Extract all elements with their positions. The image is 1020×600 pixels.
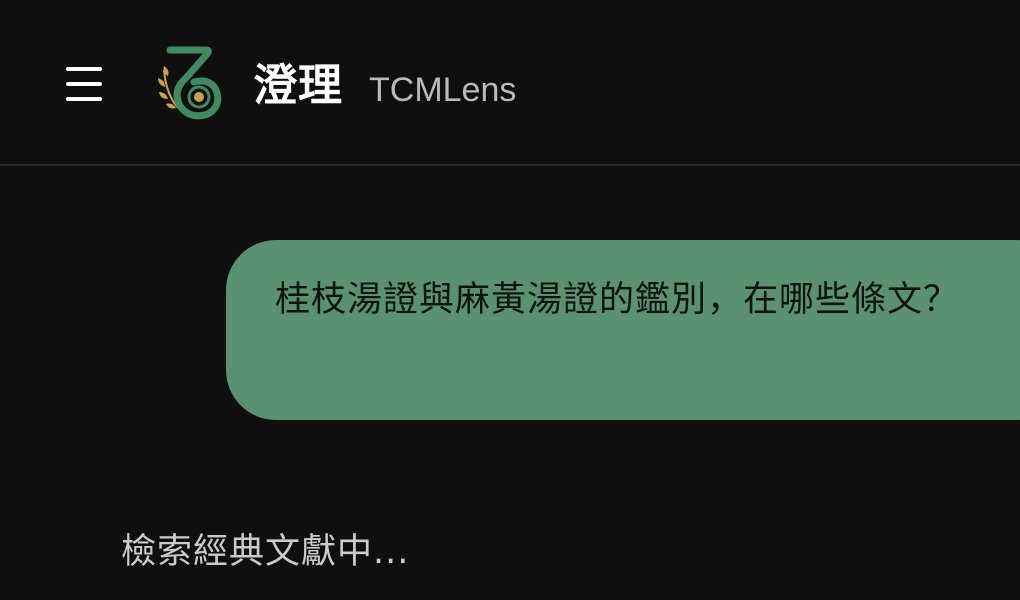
user-message-text: 桂枝湯證與麻黃湯證的鑑別，在哪些條文？ — [275, 280, 960, 320]
menu-button[interactable] — [60, 62, 108, 106]
app-subtitle: TCMLens — [369, 71, 517, 109]
user-message-bubble: 桂枝湯證與麻黃湯證的鑑別，在哪些條文？ — [226, 240, 1020, 420]
app-header: 澄理 TCMLens — [0, 0, 1020, 166]
app-name: 澄理 — [253, 60, 343, 111]
chat-screen: 澄理 TCMLens 桂枝湯證與麻黃湯證的鑑別，在哪些條文？ 檢索經典文獻中..… — [0, 0, 1020, 600]
assistant-status-text: 檢索經典文獻中... — [121, 532, 410, 572]
tcmlens-logo-icon — [150, 44, 226, 122]
